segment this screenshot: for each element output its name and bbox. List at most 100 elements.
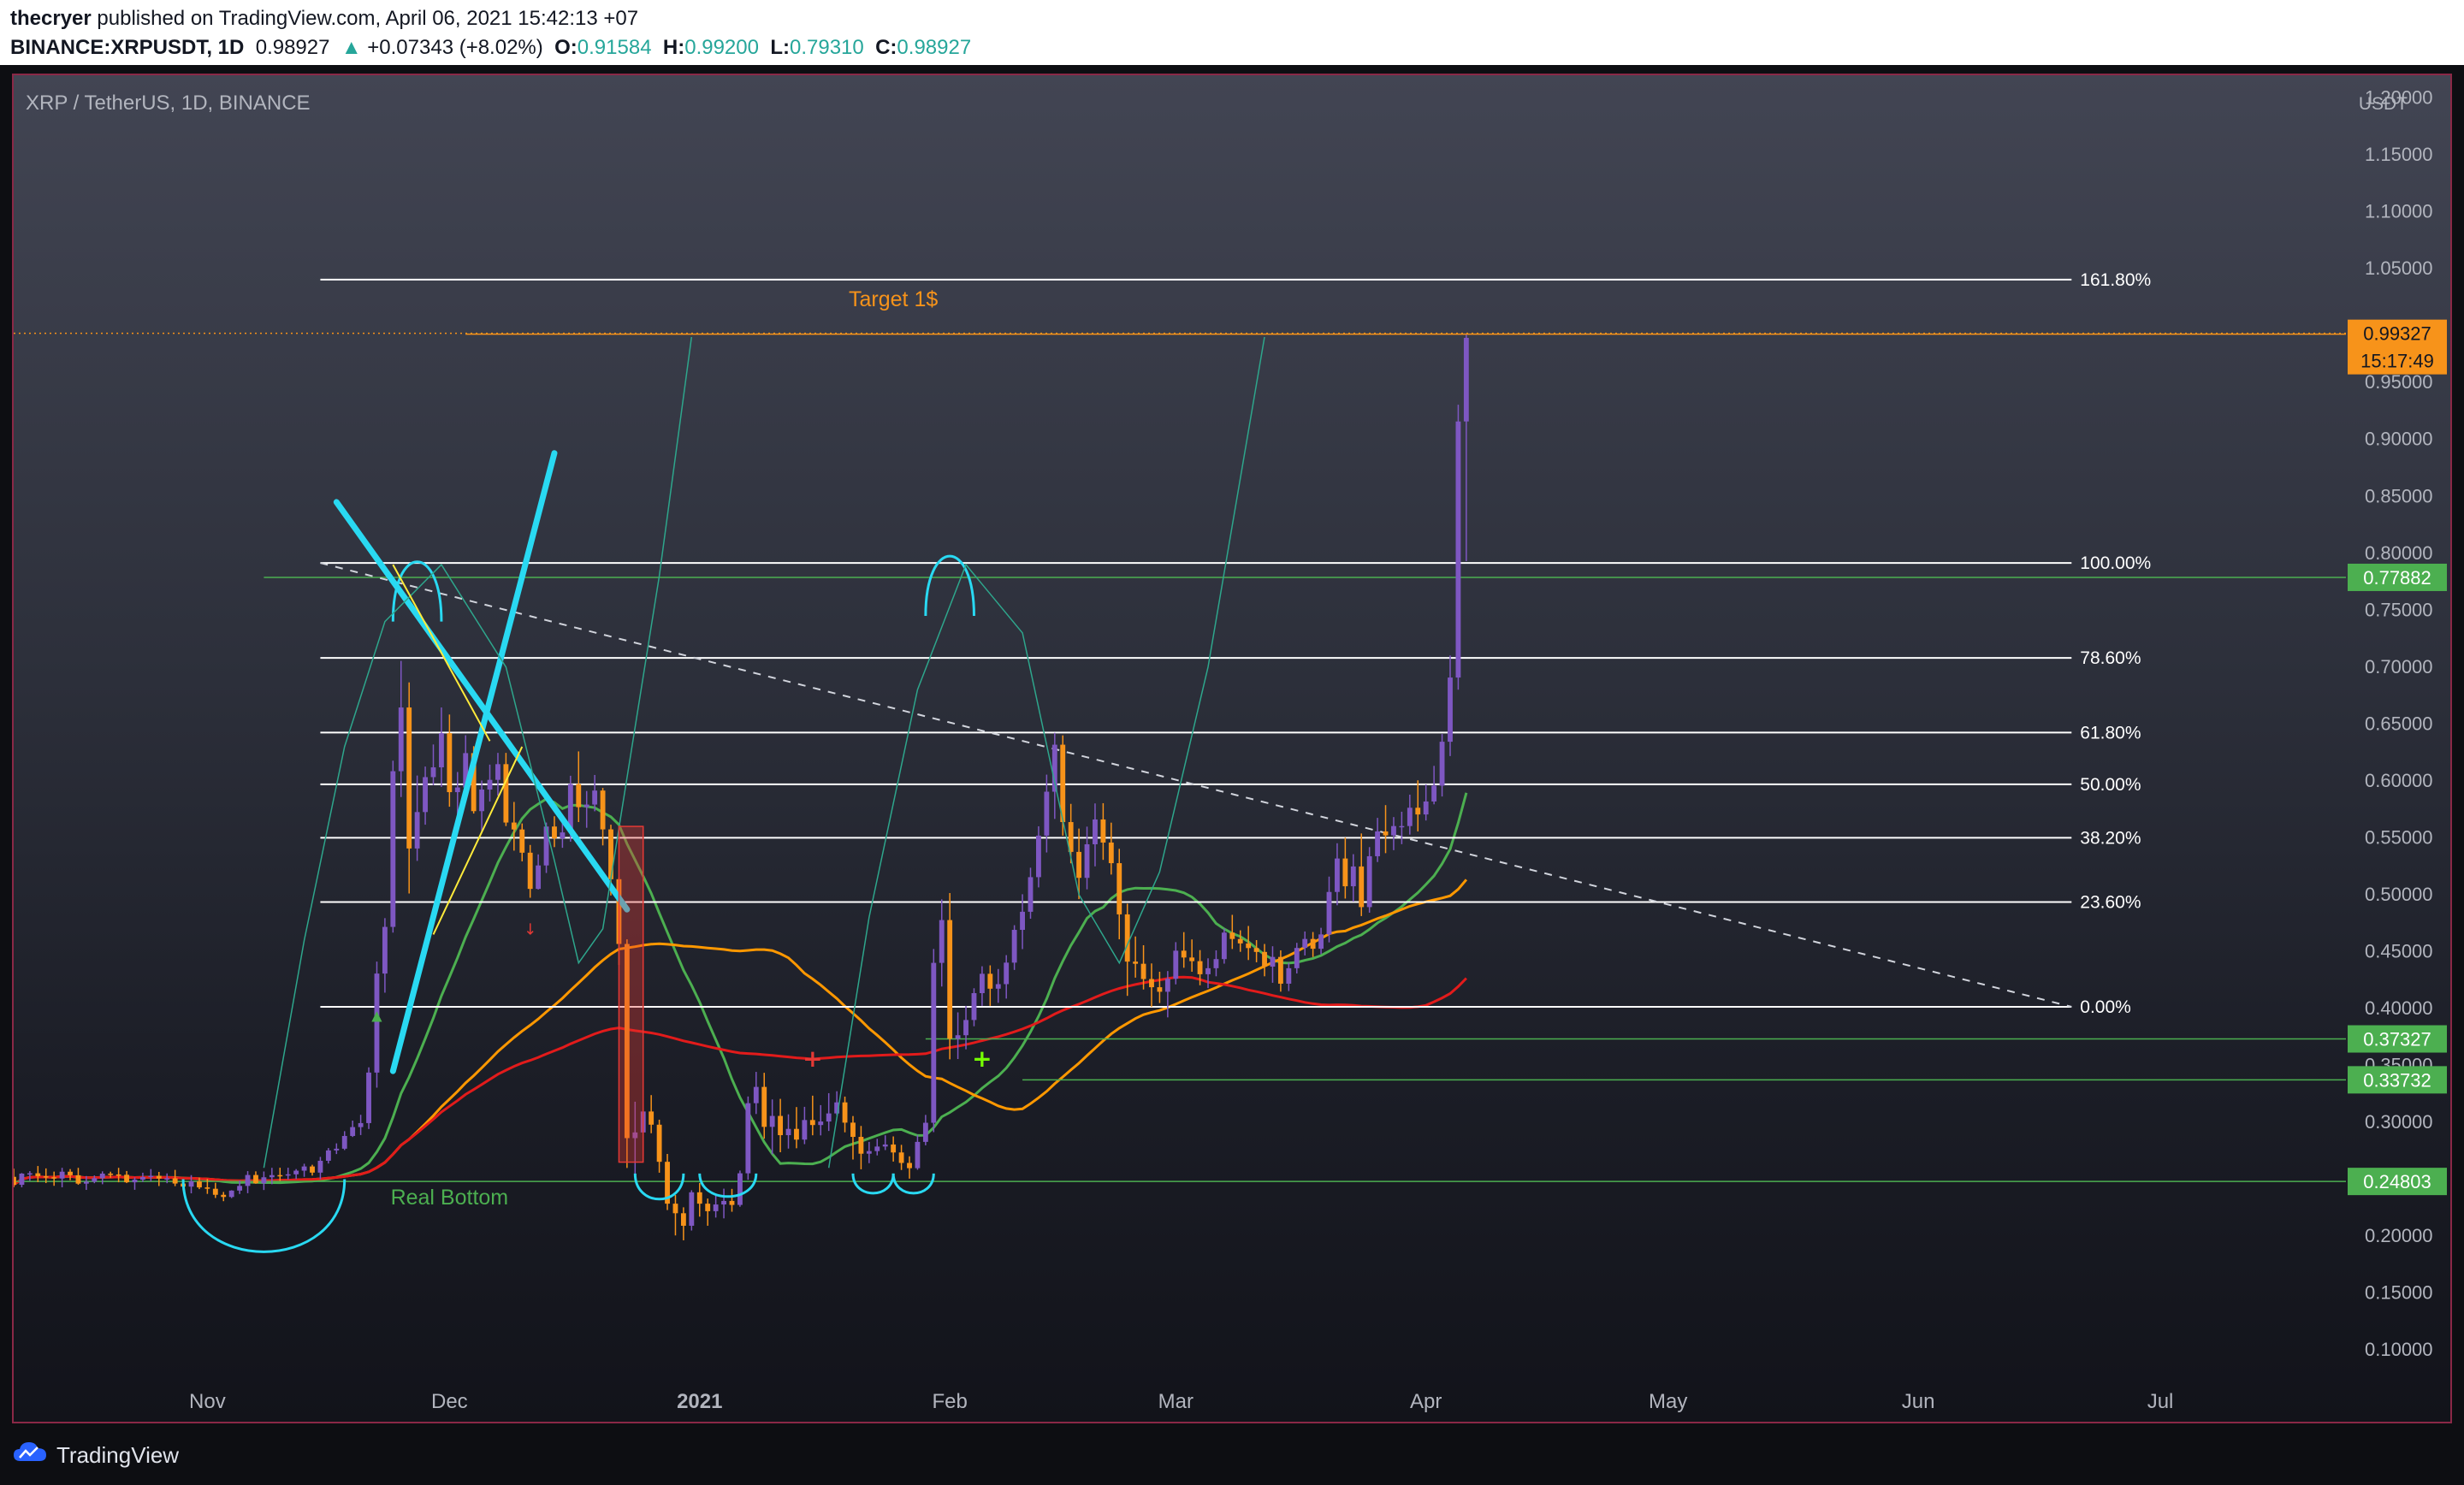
candle-body bbox=[898, 1152, 904, 1163]
candle-body bbox=[592, 790, 598, 805]
candle-body bbox=[536, 865, 542, 890]
candle-body bbox=[1237, 938, 1243, 944]
annotation-label: Real Bottom bbox=[391, 1186, 509, 1210]
candle-body bbox=[1318, 934, 1324, 950]
candle-body bbox=[277, 1174, 283, 1177]
candle-body bbox=[1350, 866, 1356, 887]
candle-body bbox=[1375, 831, 1381, 856]
candle-body bbox=[197, 1180, 202, 1188]
candle-body bbox=[301, 1166, 307, 1171]
candle-body bbox=[19, 1174, 25, 1186]
candle-body bbox=[261, 1177, 267, 1184]
candle-body bbox=[583, 804, 589, 808]
open-label: O: bbox=[554, 36, 578, 59]
price-chart[interactable]: 161.80% 100.00% 78.60% 61.80% 50.00% 38.20% 23… bbox=[14, 75, 2450, 1422]
candle-body bbox=[92, 1178, 98, 1182]
candle-body bbox=[59, 1171, 65, 1179]
price-change: +0.07343 (+8.02%) bbox=[367, 36, 543, 59]
fib-level-label: 50.00% bbox=[2080, 775, 2141, 795]
y-tick-label: 0.75000 bbox=[2365, 599, 2433, 620]
candle-body bbox=[1221, 932, 1227, 960]
publisher-name[interactable]: thecryer bbox=[10, 7, 92, 30]
death-cross-icon: + bbox=[803, 1044, 822, 1073]
candle-body bbox=[334, 1148, 340, 1151]
y-tick-label: 0.10000 bbox=[2365, 1339, 2433, 1360]
y-tick-label: 0.15000 bbox=[2365, 1282, 2433, 1304]
candle-body bbox=[1366, 855, 1372, 908]
candle-body bbox=[479, 789, 485, 812]
candle-body bbox=[527, 852, 533, 890]
price-label-value: 0.77882 bbox=[2363, 567, 2431, 589]
candle-body bbox=[68, 1171, 73, 1175]
candle-body bbox=[511, 822, 517, 830]
candle-body bbox=[552, 826, 557, 839]
candle-body bbox=[818, 1121, 824, 1126]
x-tick-label: Apr bbox=[1410, 1390, 1442, 1413]
golden-cross-icon: + bbox=[972, 1044, 992, 1073]
candle-body bbox=[1076, 851, 1082, 879]
candle-body bbox=[1108, 842, 1114, 864]
candle-body bbox=[253, 1174, 258, 1184]
candle-body bbox=[172, 1178, 178, 1184]
fib-level-label: 61.80% bbox=[2080, 723, 2141, 742]
candle-body bbox=[1335, 858, 1340, 892]
candle-body bbox=[1262, 951, 1267, 967]
candle-body bbox=[560, 832, 566, 839]
candle-body bbox=[14, 1176, 16, 1186]
x-tick-label: Jun bbox=[1902, 1390, 1935, 1413]
tradingview-brand[interactable]: TradingView bbox=[56, 1442, 179, 1469]
high-value: 0.99200 bbox=[684, 36, 759, 59]
candle-body bbox=[979, 973, 985, 993]
candle-body bbox=[689, 1192, 695, 1226]
candle-body bbox=[939, 920, 945, 963]
y-tick-label: 0.80000 bbox=[2365, 542, 2433, 564]
candle-body bbox=[761, 1086, 767, 1127]
y-tick-label: 1.20000 bbox=[2365, 87, 2433, 109]
candle-body bbox=[1455, 421, 1461, 678]
y-tick-label: 0.95000 bbox=[2365, 371, 2433, 393]
candle-body bbox=[947, 920, 953, 1039]
candle-body bbox=[1020, 911, 1025, 931]
candle-body bbox=[358, 1122, 364, 1127]
candle-body bbox=[1270, 956, 1276, 967]
fib-level-label: 0.00% bbox=[2080, 997, 2131, 1017]
candle-body bbox=[1093, 819, 1098, 844]
candle-body bbox=[963, 1020, 968, 1036]
tradingview-logo-icon[interactable] bbox=[12, 1439, 48, 1466]
candle-body bbox=[1036, 835, 1041, 878]
x-tick-label: Nov bbox=[189, 1390, 226, 1413]
candle-body bbox=[1164, 979, 1170, 992]
low-value: 0.79310 bbox=[789, 36, 864, 59]
chart-pane[interactable]: 161.80% 100.00% 78.60% 61.80% 50.00% 38.20% 23… bbox=[12, 74, 2452, 1423]
candle-body bbox=[495, 764, 500, 780]
candle-body bbox=[99, 1174, 105, 1179]
candle-body bbox=[713, 1204, 719, 1211]
price-label-value: 0.99327 bbox=[2363, 323, 2431, 345]
candle-body bbox=[649, 1111, 654, 1125]
cup-arc bbox=[633, 1173, 685, 1201]
candle-body bbox=[51, 1177, 57, 1179]
candle-body bbox=[366, 1072, 371, 1123]
candle-body bbox=[1423, 801, 1429, 815]
y-tick-label: 0.30000 bbox=[2365, 1111, 2433, 1133]
y-tick-label: 0.45000 bbox=[2365, 940, 2433, 961]
candle-body bbox=[915, 1141, 921, 1168]
candle-body bbox=[1246, 943, 1252, 949]
candle-body bbox=[858, 1137, 864, 1154]
fib-level-label: 38.20% bbox=[2080, 828, 2141, 848]
candle-body bbox=[600, 790, 606, 830]
change-arrow-icon: ▲ bbox=[341, 36, 362, 59]
x-tick-label: Feb bbox=[932, 1390, 967, 1413]
candle-body bbox=[753, 1086, 759, 1103]
symbol-name: BINANCE:XRPUSDT, 1D bbox=[10, 36, 245, 59]
publish-date: published on TradingView.com, April 06, … bbox=[91, 7, 639, 30]
ma-100-line bbox=[14, 975, 1467, 1186]
candle-body bbox=[802, 1120, 808, 1140]
candle-body bbox=[1004, 962, 1010, 985]
candle-body bbox=[164, 1178, 170, 1180]
candle-body bbox=[1149, 979, 1154, 988]
candle-body bbox=[139, 1176, 145, 1180]
y-tick-label: 0.70000 bbox=[2365, 656, 2433, 677]
candle-body bbox=[148, 1175, 154, 1178]
candle-body bbox=[1140, 963, 1146, 979]
